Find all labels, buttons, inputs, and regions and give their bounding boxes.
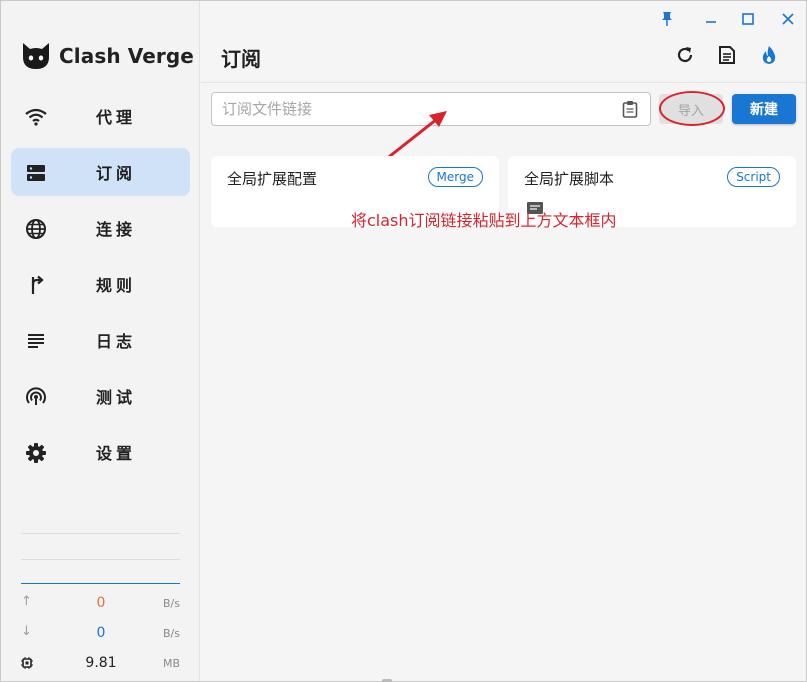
maximize-icon	[742, 13, 754, 25]
memory-usage: 9.81 MB	[21, 654, 180, 674]
sidebar-item-connections[interactable]: 连接	[11, 204, 190, 252]
profile-card-title: 全局扩展脚本	[524, 170, 615, 188]
header-divider	[201, 82, 806, 83]
arrow-down-icon: ↓	[21, 624, 32, 639]
profile-card-title: 全局扩展配置	[227, 170, 318, 188]
pin-icon	[662, 12, 672, 26]
minimize-button[interactable]	[701, 9, 721, 29]
main-panel: 订阅 导入 新建 全局扩展配置 Merge 全局扩展脚	[201, 1, 806, 681]
profile-type-chip: Script	[727, 167, 780, 187]
sidebar-item-proxy[interactable]: 代理	[11, 92, 190, 140]
flame-icon	[762, 46, 776, 64]
sidebar-item-label: 规则	[96, 276, 137, 295]
pin-button[interactable]	[657, 9, 677, 29]
fork-icon	[25, 274, 47, 296]
sidebar-divider	[21, 533, 180, 534]
globe-icon	[25, 218, 47, 240]
clipboard-icon[interactable]	[622, 100, 640, 118]
radar-icon	[25, 386, 47, 408]
document-icon	[719, 46, 735, 64]
app-name: Clash Verge	[59, 44, 194, 68]
app-window: Clash Verge 代理 订阅 连接 规则 日志 测试 设置 ↑ 0 B/s…	[0, 0, 807, 682]
upload-value: 0	[96, 595, 106, 611]
sidebar: Clash Verge 代理 订阅 连接 规则 日志 测试 设置 ↑ 0 B/s…	[1, 1, 200, 681]
sidebar-item-rules[interactable]: 规则	[11, 260, 190, 308]
sidebar-item-subscriptions[interactable]: 订阅	[11, 148, 190, 196]
page-title: 订阅	[221, 47, 261, 71]
cat-logo-icon	[23, 43, 49, 69]
maximize-button[interactable]	[738, 9, 758, 29]
download-speed: ↓ 0 B/s	[21, 624, 180, 644]
arrow-up-icon: ↑	[21, 594, 32, 609]
close-icon	[782, 13, 794, 25]
memory-chip-icon	[21, 657, 35, 677]
traffic-graph-baseline	[21, 583, 180, 584]
wifi-icon	[25, 106, 47, 128]
gear-icon	[25, 442, 47, 464]
memory-unit: MB	[162, 657, 180, 670]
memory-value: 9.81	[85, 655, 117, 671]
import-button[interactable]: 导入	[659, 94, 723, 124]
sidebar-item-label: 连接	[96, 220, 137, 239]
refresh-button[interactable]	[673, 43, 697, 67]
sidebar-divider	[21, 559, 180, 560]
download-unit: B/s	[163, 627, 180, 640]
sidebar-item-label: 订阅	[96, 164, 137, 183]
view-runtime-config-button[interactable]	[715, 43, 739, 67]
list-icon	[25, 330, 47, 352]
minimize-icon	[706, 21, 716, 23]
close-button[interactable]	[778, 9, 798, 29]
app-logo: Clash Verge	[21, 41, 194, 71]
download-value: 0	[96, 625, 106, 641]
sidebar-item-label: 代理	[96, 108, 137, 127]
sidebar-item-settings[interactable]: 设置	[11, 428, 190, 476]
annotation-text: 将clash订阅链接粘贴到上方文本框内	[351, 211, 617, 230]
sidebar-item-label: 日志	[96, 332, 137, 351]
sidebar-item-logs[interactable]: 日志	[11, 316, 190, 364]
server-icon	[25, 162, 47, 184]
profile-type-chip: Merge	[427, 167, 483, 187]
new-profile-button[interactable]: 新建	[732, 94, 796, 124]
upload-unit: B/s	[163, 597, 180, 610]
sidebar-item-label: 设置	[96, 444, 137, 463]
sidebar-item-test[interactable]: 测试	[11, 372, 190, 420]
sidebar-item-label: 测试	[96, 388, 137, 407]
reactivate-profiles-button[interactable]	[757, 43, 781, 67]
upload-speed: ↑ 0 B/s	[21, 594, 180, 614]
refresh-icon	[677, 47, 693, 63]
